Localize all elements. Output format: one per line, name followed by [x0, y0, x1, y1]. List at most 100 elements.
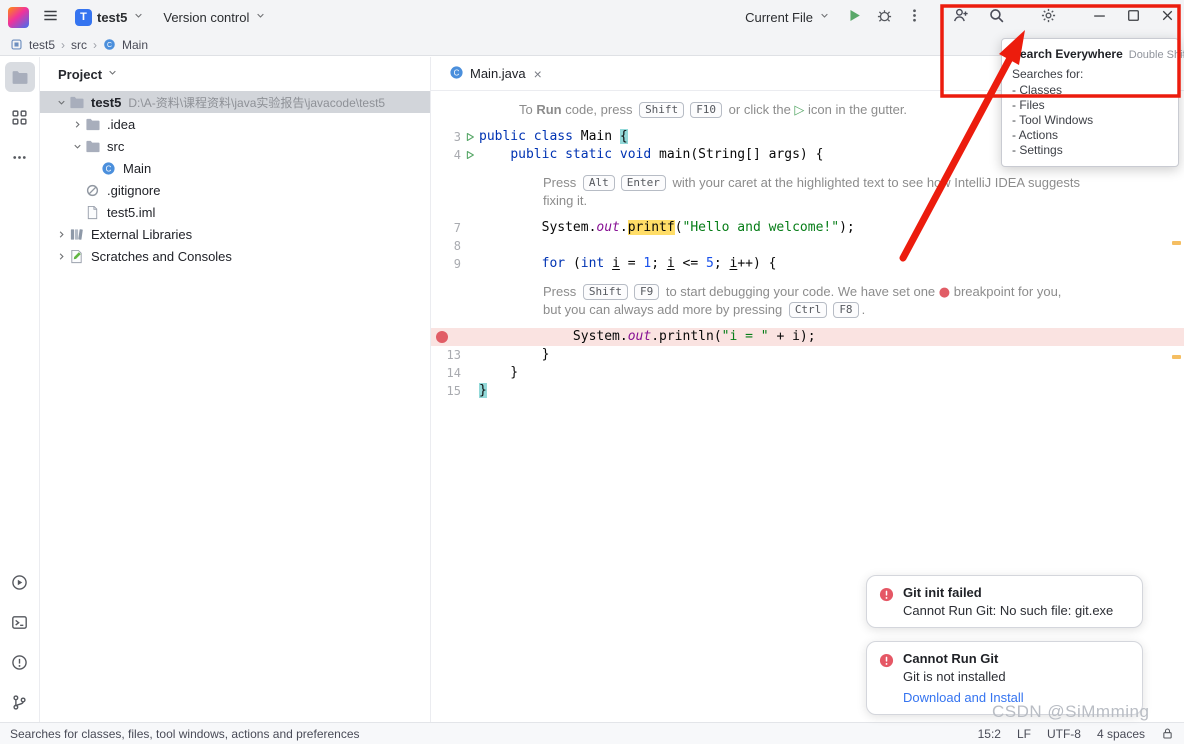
breadcrumb-item-Main[interactable]: Main: [122, 38, 148, 52]
code-line[interactable]: but you can always add more by pressing …: [431, 301, 1184, 319]
tree-item-Scratches and Consoles[interactable]: Scratches and Consoles: [40, 245, 430, 267]
code-segment: }: [479, 383, 487, 398]
project-panel-header[interactable]: Project: [40, 57, 430, 91]
stripe-more-button[interactable]: [5, 142, 35, 172]
intellij-logo-icon: [8, 7, 29, 28]
code-line[interactable]: 15}: [431, 382, 1184, 400]
tree-item-.gitignore[interactable]: .gitignore: [40, 179, 430, 201]
run-button[interactable]: [840, 3, 868, 31]
code-segment: [479, 147, 510, 162]
project-tool-window: Project test5D:\A-资料\课程资料\java实验报告\javac…: [40, 57, 431, 722]
warning-stripe-mark[interactable]: [1172, 241, 1181, 245]
maximize-button[interactable]: [1116, 0, 1150, 34]
line-number[interactable]: 4: [431, 146, 461, 164]
tree-item-.idea[interactable]: .idea: [40, 113, 430, 135]
tree-item-External Libraries[interactable]: External Libraries: [40, 223, 430, 245]
project-widget-button[interactable]: T test5: [68, 4, 152, 30]
line-number[interactable]: 9: [431, 255, 461, 273]
file-encoding[interactable]: UTF-8: [1047, 727, 1081, 741]
code-line[interactable]: 9 for (int i = 1; i <= 5; i++) {: [431, 255, 1184, 273]
breadcrumb-item-test5[interactable]: test5: [29, 38, 55, 52]
code-segment: but you can always add more by pressing: [543, 302, 786, 317]
code-line[interactable]: Press ShiftF9 to start debugging your co…: [431, 283, 1184, 301]
settings-button[interactable]: [1034, 3, 1062, 31]
code-segment: <=: [675, 256, 706, 271]
line-number[interactable]: 8: [431, 237, 461, 255]
code-segment: 5: [706, 256, 714, 271]
code-line[interactable]: 7 System.out.printf("Hello and welcome!"…: [431, 219, 1184, 237]
run-config-label: Current File: [745, 10, 813, 25]
line-separator[interactable]: LF: [1017, 727, 1031, 741]
code-line[interactable]: 14 }: [431, 364, 1184, 382]
warning-stripe-mark[interactable]: [1172, 355, 1181, 359]
version-control-button[interactable]: Version control: [156, 4, 274, 30]
line-number[interactable]: [431, 283, 461, 301]
line-number[interactable]: 15: [431, 382, 461, 400]
code-segment: "i = ": [722, 329, 769, 344]
breakpoint-icon[interactable]: [436, 331, 448, 343]
stripe-structure-button[interactable]: [5, 102, 35, 132]
code-line[interactable]: Press AltEnter with your caret at the hi…: [431, 174, 1184, 192]
line-number[interactable]: 14: [431, 364, 461, 382]
breadcrumb-item-src[interactable]: src: [71, 38, 87, 52]
intellij-window: T test5 Version control Current File: [0, 0, 1184, 744]
bug-icon: [876, 7, 893, 27]
library-icon: [69, 227, 86, 242]
main-menu-button[interactable]: [36, 3, 64, 31]
code-with-me-button[interactable]: [946, 3, 974, 31]
tree-item-src[interactable]: src: [40, 135, 430, 157]
search-icon: [988, 7, 1005, 27]
run-line-icon[interactable]: [461, 146, 479, 164]
breadcrumb-separator: ›: [61, 38, 65, 52]
line-number[interactable]: [431, 301, 461, 319]
notification-stack: Git init failedCannot Run Git: No such f…: [866, 575, 1143, 715]
search-category-item: - Actions: [1012, 128, 1168, 143]
gutter-space: [461, 237, 479, 255]
code-segment: Press: [543, 175, 580, 190]
close-tab-icon[interactable]: ×: [534, 66, 542, 82]
notification-title: Git init failed: [903, 585, 1113, 600]
lock-icon[interactable]: [1161, 727, 1174, 740]
tree-item-test5[interactable]: test5D:\A-资料\课程资料\java实验报告\javacode\test…: [40, 91, 430, 113]
chevron-right-icon: [54, 251, 69, 262]
code-line[interactable]: System.out.println("i = " + i);: [431, 328, 1184, 346]
tree-item-test5.iml[interactable]: test5.iml: [40, 201, 430, 223]
tooltip-shortcut: Double Shift: [1129, 49, 1184, 61]
stripe-version-control-button[interactable]: [5, 687, 35, 717]
caret-position[interactable]: 15:2: [978, 727, 1001, 741]
line-number[interactable]: 3: [431, 128, 461, 146]
gutter-space: [461, 382, 479, 400]
line-number[interactable]: 13: [431, 346, 461, 364]
stripe-services-button[interactable]: [5, 567, 35, 597]
svg-text:C: C: [107, 42, 112, 49]
line-number[interactable]: [431, 101, 461, 119]
tab-main-java[interactable]: C Main.java ×: [441, 57, 550, 90]
close-button[interactable]: [1150, 0, 1184, 34]
class-icon: C: [449, 65, 464, 83]
tree-item-Main[interactable]: CMain: [40, 157, 430, 179]
line-number[interactable]: [431, 192, 461, 210]
run-config-selector[interactable]: Current File: [738, 4, 838, 30]
run-line-icon[interactable]: [461, 128, 479, 146]
code-line[interactable]: fixing it.: [431, 192, 1184, 210]
indent-style[interactable]: 4 spaces: [1097, 727, 1145, 741]
debug-button[interactable]: [870, 3, 898, 31]
minimize-button[interactable]: [1082, 0, 1116, 34]
stripe-problems-button[interactable]: [5, 647, 35, 677]
chevron-down-icon: [106, 66, 119, 82]
code-line[interactable]: 8: [431, 237, 1184, 255]
code-line[interactable]: 13 }: [431, 346, 1184, 364]
stripe-project-button[interactable]: [5, 62, 35, 92]
search-category-item: - Tool Windows: [1012, 113, 1168, 128]
search-everywhere-button[interactable]: [982, 3, 1010, 31]
tree-item-label: External Libraries: [91, 227, 192, 242]
minimize-icon: [1091, 7, 1108, 27]
stripe-terminal-button[interactable]: [5, 607, 35, 637]
notification[interactable]: Git init failedCannot Run Git: No such f…: [866, 575, 1143, 628]
more-actions-button[interactable]: [900, 3, 928, 31]
line-number[interactable]: 7: [431, 219, 461, 237]
tree-item-label: test5: [91, 95, 121, 110]
line-number[interactable]: [431, 174, 461, 192]
code-segment: for: [542, 256, 573, 271]
file-icon: [85, 205, 102, 220]
